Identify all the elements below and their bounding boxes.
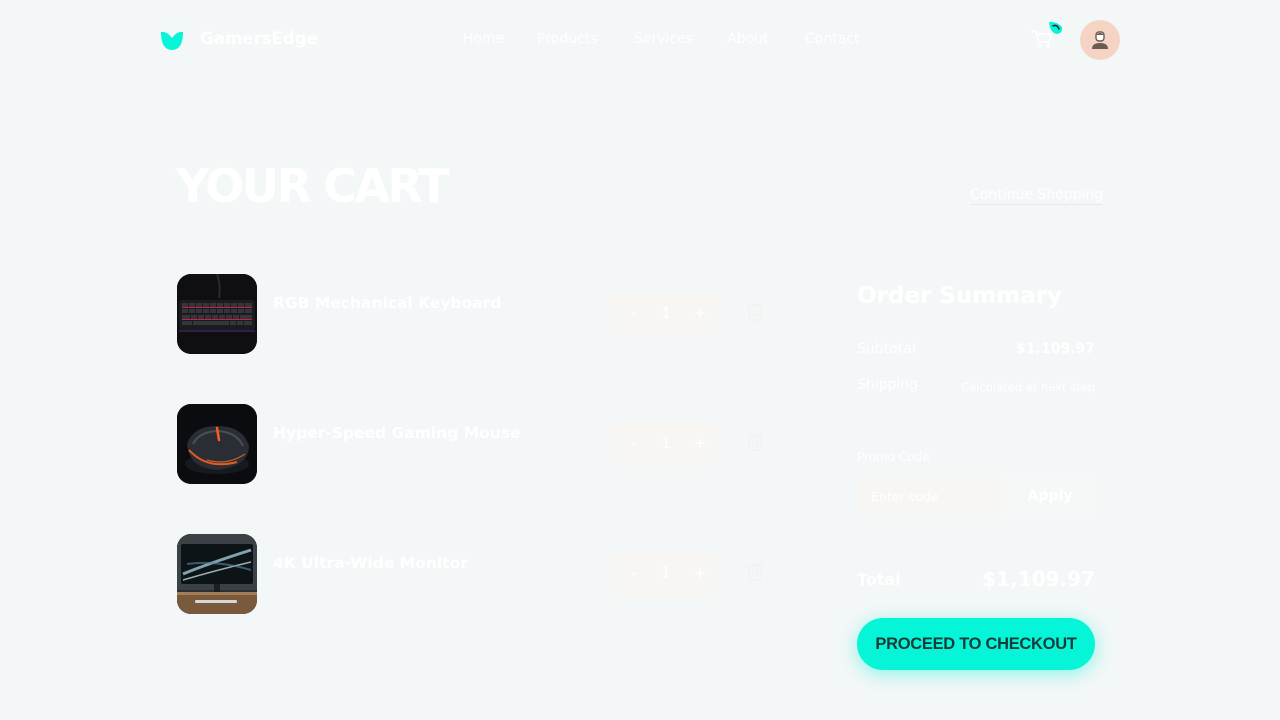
cart-item-monitor: 4K Ultra-Wide Monitor $899.99 - 1 + — [177, 534, 777, 614]
decrement-button[interactable]: - — [624, 564, 644, 582]
shipping-label: Shipping — [857, 377, 919, 393]
total-value: $1,109.97 — [982, 567, 1095, 591]
mouse-thumbnail — [177, 404, 257, 484]
cart-badge-icon — [1049, 21, 1063, 34]
trash-icon[interactable] — [746, 302, 764, 322]
order-summary-title: Order Summary — [857, 283, 1063, 309]
logo[interactable] — [160, 28, 184, 52]
increment-button[interactable]: + — [690, 434, 710, 452]
keyboard-thumbnail — [177, 274, 257, 354]
trash-icon[interactable] — [746, 432, 764, 452]
quantity-value[interactable]: 1 — [654, 564, 678, 582]
quantity-value[interactable]: 1 — [654, 434, 678, 452]
user-avatar[interactable] — [1080, 20, 1120, 60]
item-price: $129.99 — [273, 319, 323, 333]
quantity-stepper: - 1 + — [610, 292, 718, 336]
item-name[interactable]: 4K Ultra-Wide Monitor — [273, 554, 468, 572]
item-name[interactable]: Hyper-Speed Gaming Mouse — [273, 424, 521, 442]
increment-button[interactable]: + — [690, 564, 710, 582]
item-price: $899.99 — [273, 579, 323, 593]
promo-code-input[interactable] — [857, 478, 1005, 514]
cart-item-keyboard: RGB Mechanical Keyboard $129.99 - 1 + — [177, 274, 777, 354]
apply-promo-button[interactable]: Apply — [1005, 478, 1095, 514]
decrement-button[interactable]: - — [624, 434, 644, 452]
promo-code-label: Promo Code — [857, 450, 930, 464]
nav-products[interactable]: Products — [537, 31, 597, 47]
quantity-stepper: - 1 + — [610, 552, 718, 596]
continue-shopping-link[interactable]: Continue Shopping — [970, 187, 1104, 205]
subtotal-value: $1,109.97 — [1016, 341, 1095, 357]
logo-icon — [161, 31, 183, 50]
item-price: $79.99 — [273, 449, 315, 463]
keyboard-image[interactable] — [177, 274, 257, 354]
decrement-button[interactable]: - — [624, 304, 644, 322]
user-avatar-icon — [1092, 31, 1108, 49]
item-name[interactable]: RGB Mechanical Keyboard — [273, 294, 502, 312]
quantity-value[interactable]: 1 — [654, 304, 678, 322]
nav-contact[interactable]: Contact — [805, 31, 859, 47]
trash-icon[interactable] — [746, 562, 764, 582]
subtotal-label: Subtotal — [857, 341, 916, 357]
site-header: GamersEdge Home Products Services About … — [0, 0, 1280, 80]
mouse-image[interactable] — [177, 404, 257, 484]
nav-about[interactable]: About — [727, 31, 768, 47]
nav-home[interactable]: Home — [463, 31, 504, 47]
monitor-image[interactable] — [177, 534, 257, 614]
quantity-stepper: - 1 + — [610, 422, 718, 466]
total-label: Total — [857, 570, 901, 589]
monitor-thumbnail — [177, 534, 257, 614]
brand-name[interactable]: GamersEdge — [200, 29, 318, 49]
page-title: YOUR CART — [176, 159, 450, 213]
nav-services[interactable]: Services — [634, 31, 693, 47]
checkout-button[interactable]: PROCEED TO CHECKOUT — [857, 618, 1095, 670]
increment-button[interactable]: + — [690, 304, 710, 322]
cart-item-mouse: Hyper-Speed Gaming Mouse $79.99 - 1 + — [177, 404, 777, 484]
shipping-note: Calculated at next step — [961, 380, 1095, 394]
